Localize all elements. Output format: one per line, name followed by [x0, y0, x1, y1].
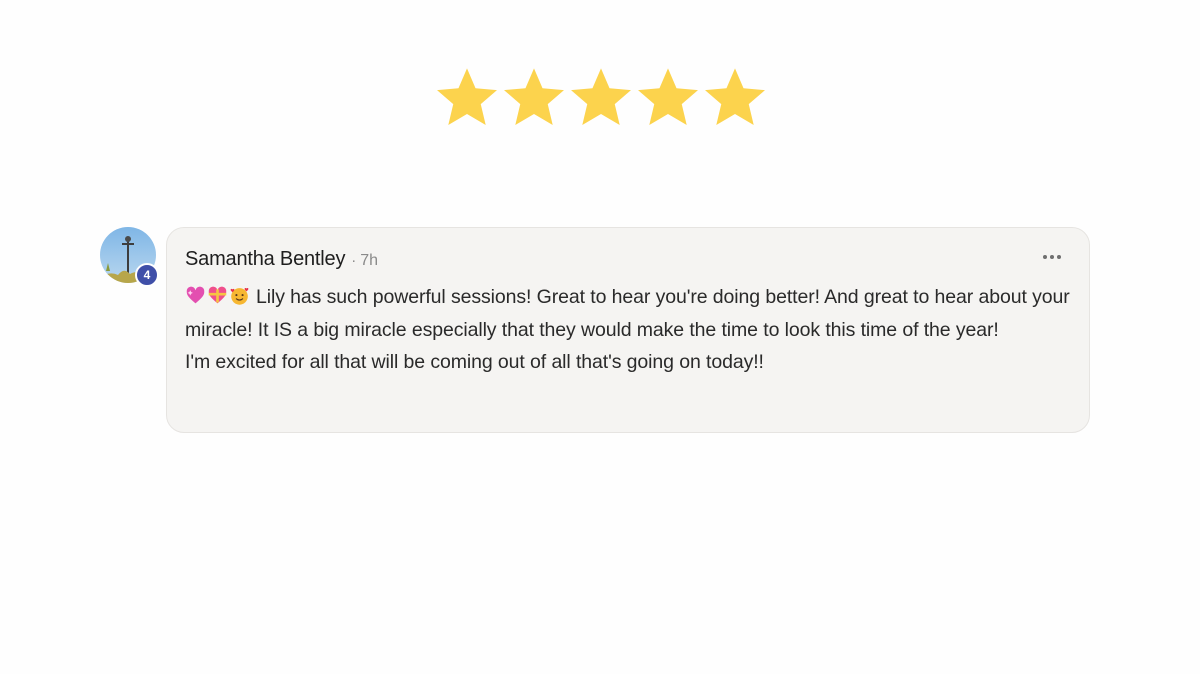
- more-options-button[interactable]: [1043, 255, 1061, 259]
- comment-time[interactable]: 7h: [360, 252, 378, 270]
- star-icon: [437, 68, 497, 126]
- star-icon: [504, 68, 564, 126]
- dot: [1050, 255, 1054, 259]
- comment-text: Lily has such powerful sessions! Great t…: [185, 286, 1070, 341]
- star-icon: [638, 68, 698, 126]
- comment-paragraph: I'm excited for all that will be coming …: [185, 351, 764, 373]
- comment-body: Lily has such powerful sessions! Great t…: [185, 281, 1075, 379]
- heart-with-ribbon-icon: [208, 286, 227, 304]
- comment-paragraph: Lily has such powerful sessions! Great t…: [185, 281, 1075, 346]
- avatar-badge: 4: [135, 263, 159, 287]
- comment-header: Samantha Bentley · 7h: [185, 248, 378, 271]
- star-icon: [571, 68, 631, 126]
- rating-stars: [434, 64, 768, 130]
- avatar-container[interactable]: 4: [100, 227, 159, 287]
- star-icon: [705, 68, 765, 126]
- dot: [1043, 255, 1047, 259]
- header-separator: ·: [351, 252, 357, 269]
- emoji-group: [185, 285, 250, 306]
- sparkling-heart-icon: [186, 286, 205, 304]
- dot: [1057, 255, 1061, 259]
- comment-bubble: Samantha Bentley · 7h Lily has such powe…: [166, 227, 1090, 433]
- author-name[interactable]: Samantha Bentley: [185, 248, 345, 271]
- smiling-face-with-hearts-icon: [230, 287, 249, 305]
